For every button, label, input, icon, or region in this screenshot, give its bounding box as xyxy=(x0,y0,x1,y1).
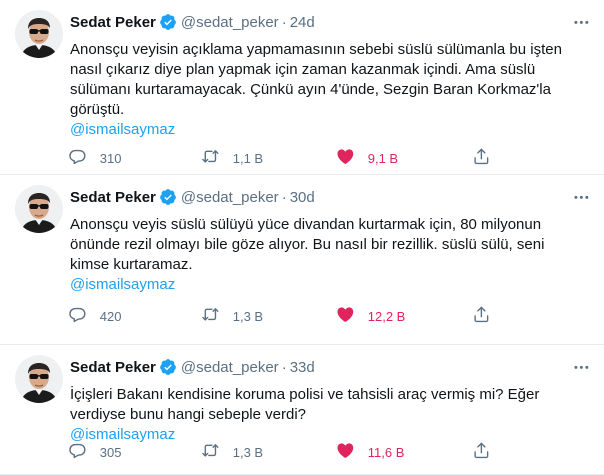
retweet-button[interactable]: 1,3 B xyxy=(201,305,263,327)
like-count: 12,2 B xyxy=(367,308,406,324)
tweet[interactable]: Sedat Peker @sedat_peker · 30d Anonsçu veyis… xyxy=(0,175,604,345)
tweet-time[interactable]: 24d xyxy=(290,14,315,31)
heart-filled-icon xyxy=(336,441,355,463)
like-count: 11,6 B xyxy=(367,444,405,460)
author-handle[interactable]: @sedat_peker xyxy=(181,359,279,376)
tweet-text-line: önünde rezil olmayı bile göze alıyor. Bu… xyxy=(70,236,545,253)
share-button[interactable] xyxy=(472,441,491,463)
avatar[interactable] xyxy=(15,355,63,403)
tweet-feed: Sedat Peker @sedat_peker · 24d Anonsçu veyis… xyxy=(0,0,604,475)
tweet-actions: 420 1,3 B 12,2 B xyxy=(68,305,498,327)
tweet[interactable]: Sedat Peker @sedat_peker · 24d Anonsçu veyis… xyxy=(0,0,604,175)
author-name[interactable]: Sedat Peker xyxy=(70,359,156,376)
reply-count: 310 xyxy=(99,150,122,166)
tweet[interactable]: Sedat Peker @sedat_peker · 33d İçişleri Baka… xyxy=(0,345,604,475)
like-button[interactable]: 11,6 B xyxy=(336,441,404,463)
separator-dot: · xyxy=(281,188,287,206)
tweet-text-line: nasıl çıkarız diye plan yapmak için zama… xyxy=(70,61,536,78)
tweet-time[interactable]: 33d xyxy=(290,359,315,376)
tweet-text-line: Anonsçu veyisin açıklama yapmamasının se… xyxy=(70,41,562,58)
author-name[interactable]: Sedat Peker xyxy=(70,189,156,206)
retweet-icon xyxy=(201,147,220,169)
author-name[interactable]: Sedat Peker xyxy=(70,14,156,31)
share-button[interactable] xyxy=(472,147,491,169)
reply-icon xyxy=(68,305,87,327)
tweet-actions: 310 1,1 B 9,1 B xyxy=(68,147,498,169)
share-icon xyxy=(472,147,491,169)
like-count: 9,1 B xyxy=(367,150,399,166)
reply-button[interactable]: 305 xyxy=(68,441,121,463)
author-handle[interactable]: @sedat_peker xyxy=(181,189,279,206)
tweet-text-line: İçişleri Bakanı kendisine koruma polisi … xyxy=(70,386,540,403)
tweet-text-line: sülümanı kurtaramayacak. Çünkü ayın 4'ün… xyxy=(70,81,551,98)
reply-count: 420 xyxy=(99,308,122,324)
tweet-text-line: verdiyse bunu hangi sebeple verdi? xyxy=(70,406,306,423)
share-button[interactable] xyxy=(472,305,491,327)
share-icon xyxy=(472,441,491,463)
tweet-text-line: görüştü. xyxy=(70,101,125,118)
tweet-text: Anonsçu veyis süslü sülüyü yüce divandan… xyxy=(70,215,582,295)
mention-link[interactable]: @ismailsaymaz xyxy=(70,120,582,140)
mention-link[interactable]: @ismailsaymaz xyxy=(70,275,582,295)
retweet-count: 1,3 B xyxy=(232,444,264,460)
reply-icon xyxy=(68,147,87,169)
like-button[interactable]: 9,1 B xyxy=(336,147,398,169)
reply-button[interactable]: 420 xyxy=(68,305,121,327)
separator-dot: · xyxy=(281,358,287,376)
reply-icon xyxy=(68,441,87,463)
tweet-header: Sedat Peker @sedat_peker · 30d xyxy=(70,187,315,207)
avatar[interactable] xyxy=(15,185,63,233)
separator-dot: · xyxy=(281,13,287,31)
tweet-time[interactable]: 30d xyxy=(290,189,315,206)
tweet-text: Anonsçu veyisin açıklama yapmamasının se… xyxy=(70,40,582,140)
reply-button[interactable]: 310 xyxy=(68,147,121,169)
verified-badge-icon xyxy=(159,13,177,31)
retweet-icon xyxy=(201,441,220,463)
share-icon xyxy=(472,305,491,327)
reply-count: 305 xyxy=(99,444,122,460)
tweet-text-line: kimse kurtaramaz. xyxy=(70,256,193,273)
retweet-icon xyxy=(201,305,220,327)
verified-badge-icon xyxy=(159,358,177,376)
tweet-text-line: Anonsçu veyis süslü sülüyü yüce divandan… xyxy=(70,216,542,233)
tweet-header: Sedat Peker @sedat_peker · 33d xyxy=(70,357,315,377)
more-options-icon[interactable] xyxy=(570,187,592,207)
author-handle[interactable]: @sedat_peker xyxy=(181,14,279,31)
retweet-button[interactable]: 1,1 B xyxy=(201,147,263,169)
retweet-count: 1,1 B xyxy=(232,150,264,166)
more-options-icon[interactable] xyxy=(570,357,592,377)
tweet-header: Sedat Peker @sedat_peker · 24d xyxy=(70,12,315,32)
retweet-count: 1,3 B xyxy=(232,308,264,324)
retweet-button[interactable]: 1,3 B xyxy=(201,441,263,463)
tweet-actions: 305 1,3 B 11,6 B xyxy=(68,441,498,463)
like-button[interactable]: 12,2 B xyxy=(336,305,405,327)
tweet-text: İçişleri Bakanı kendisine koruma polisi … xyxy=(70,385,582,445)
avatar[interactable] xyxy=(15,10,63,58)
verified-badge-icon xyxy=(159,188,177,206)
heart-filled-icon xyxy=(336,305,355,327)
more-options-icon[interactable] xyxy=(570,12,592,32)
heart-filled-icon xyxy=(336,147,355,169)
